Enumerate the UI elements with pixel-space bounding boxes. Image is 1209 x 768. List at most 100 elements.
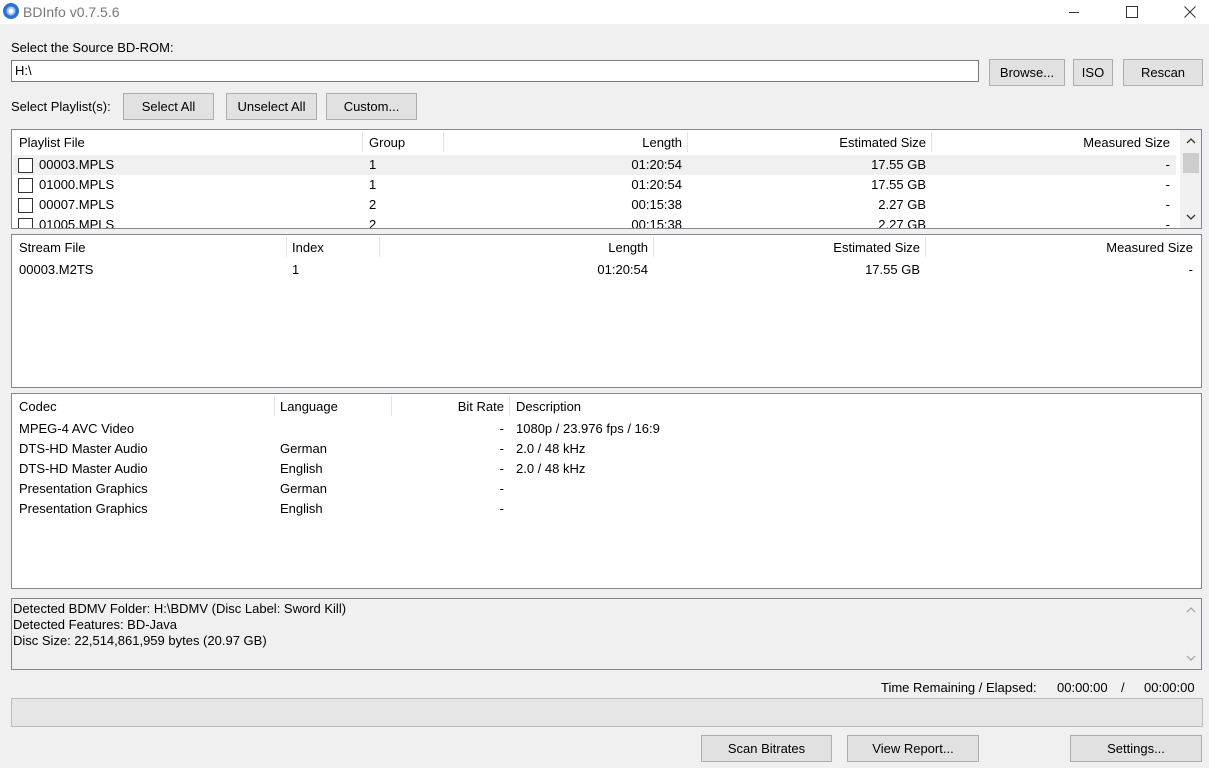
close-button[interactable] [1161,0,1209,24]
playlist-checkbox[interactable] [18,218,33,228]
codec-language: German [280,441,327,456]
stream-measured-size: - [1188,262,1193,277]
column-header-length[interactable]: Length [380,235,648,259]
codec-language: German [280,481,327,496]
playlist-estimated-size: 17.55 GB [871,177,926,192]
column-header-description[interactable]: Description [516,394,581,418]
maximize-button[interactable] [1103,0,1161,24]
table-row[interactable]: 01000.MPLS 1 01:20:54 17.55 GB - [13,175,1176,195]
info-scrollbar[interactable] [1181,599,1201,669]
column-header-measured-size[interactable]: Measured Size [926,235,1193,259]
unselect-all-button[interactable]: Unselect All [226,93,317,120]
browse-button[interactable]: Browse... [989,59,1065,86]
playlist-length: 00:15:38 [631,197,682,212]
iso-button[interactable]: ISO [1073,59,1113,86]
column-header-codec[interactable]: Codec [19,394,57,418]
playlist-list[interactable]: Playlist File Group Length Estimated Siz… [11,129,1202,229]
playlist-length: 01:20:54 [631,177,682,192]
table-row[interactable]: 00003.M2TS 1 01:20:54 17.55 GB - [13,260,1200,280]
playlist-file: 01000.MPLS [39,177,115,192]
column-header-stream-file[interactable]: Stream File [19,235,85,259]
column-header-length[interactable]: Length [444,130,682,154]
disc-icon [3,3,19,19]
codec-name: DTS-HD Master Audio [19,461,148,476]
title-bar: BDInfo v0.7.5.6 [0,0,1209,24]
table-row[interactable]: 00003.MPLS 1 01:20:54 17.55 GB - [13,155,1176,175]
column-header-group[interactable]: Group [369,130,405,154]
stream-index: 1 [292,262,300,277]
time-elapsed: 00:00:00 [1144,680,1195,695]
playlist-file: 00007.MPLS [39,197,115,212]
playlist-length: 00:15:38 [631,217,682,229]
playlist-group: 2 [369,197,377,212]
info-line: Detected Features: BD-Java [13,617,178,632]
disc-info-textbox[interactable]: Detected BDMV Folder: H:\BDMV (Disc Labe… [11,598,1202,670]
codec-bit-rate: - [499,501,504,516]
time-remaining: 00:00:00 [1057,680,1108,695]
column-header-estimated-size[interactable]: Estimated Size [654,235,920,259]
custom-button[interactable]: Custom... [326,93,417,120]
source-path-input[interactable]: H:\ [11,60,979,82]
codec-name: DTS-HD Master Audio [19,441,148,456]
playlist-group: 1 [369,177,377,192]
scan-bitrates-button[interactable]: Scan Bitrates [701,735,832,762]
close-icon [1184,6,1196,18]
maximize-icon [1126,6,1138,18]
playlist-estimated-size: 17.55 GB [871,157,926,172]
playlist-scrollbar[interactable] [1180,130,1201,228]
scroll-down-icon[interactable] [1181,651,1201,665]
column-header-measured-size[interactable]: Measured Size [932,130,1170,154]
scroll-up-icon[interactable] [1180,130,1201,152]
playlist-estimated-size: 2.27 GB [878,197,926,212]
view-report-button[interactable]: View Report... [847,735,979,762]
codec-name: MPEG-4 AVC Video [19,421,135,436]
codec-bit-rate: - [499,461,504,476]
codec-description: 2.0 / 48 kHz [516,461,586,476]
table-row[interactable]: 01005.MPLS 2 00:15:38 2.27 GB - [13,215,1176,229]
source-label: Select the Source BD-ROM: [11,40,174,55]
codec-bit-rate: - [499,481,504,496]
stream-length: 01:20:54 [597,262,648,277]
select-all-button[interactable]: Select All [123,93,214,120]
column-header-index[interactable]: Index [292,235,324,259]
codec-name: Presentation Graphics [19,481,148,496]
table-row[interactable]: MPEG-4 AVC Video - 1080p / 23.976 fps / … [13,419,1200,439]
scroll-down-icon[interactable] [1180,206,1201,228]
table-row[interactable]: 00007.MPLS 2 00:15:38 2.27 GB - [13,195,1176,215]
playlist-group: 2 [369,217,377,229]
playlist-measured-size: - [1165,217,1170,229]
scroll-thumb[interactable] [1183,153,1199,173]
column-header-playlist-file[interactable]: Playlist File [19,130,85,154]
table-row[interactable]: Presentation Graphics English - [13,499,1200,519]
settings-button[interactable]: Settings... [1070,735,1202,762]
table-row[interactable]: Presentation Graphics German - [13,479,1200,499]
table-row[interactable]: DTS-HD Master Audio English - 2.0 / 48 k… [13,459,1200,479]
codec-language: English [280,461,323,476]
codec-bit-rate: - [499,441,504,456]
codec-description: 1080p / 23.976 fps / 16:9 [516,421,660,436]
rescan-button[interactable]: Rescan [1123,59,1203,86]
playlist-measured-size: - [1165,157,1170,172]
playlist-checkbox[interactable] [18,158,33,173]
codec-list[interactable]: Codec Language Bit Rate Description MPEG… [11,393,1202,589]
stream-file: 00003.M2TS [19,262,94,277]
time-separator: / [1121,680,1125,695]
column-header-estimated-size[interactable]: Estimated Size [688,130,926,154]
stream-file-list[interactable]: Stream File Index Length Estimated Size … [11,234,1202,388]
playlist-checkbox[interactable] [18,198,33,213]
playlist-estimated-size: 2.27 GB [878,217,926,229]
info-line: Detected BDMV Folder: H:\BDMV (Disc Labe… [13,601,347,616]
playlist-file: 00003.MPLS [39,157,115,172]
playlist-measured-size: - [1165,177,1170,192]
table-row[interactable]: DTS-HD Master Audio German - 2.0 / 48 kH… [13,439,1200,459]
codec-language: English [280,501,323,516]
playlist-checkbox[interactable] [18,178,33,193]
stream-estimated-size: 17.55 GB [865,262,920,277]
scroll-up-icon[interactable] [1181,603,1201,617]
column-header-bit-rate[interactable]: Bit Rate [392,394,504,418]
window-title: BDInfo v0.7.5.6 [23,4,120,20]
codec-bit-rate: - [499,421,504,436]
scan-progress-bar [11,698,1203,727]
minimize-button[interactable] [1045,0,1103,24]
column-header-language[interactable]: Language [280,394,338,418]
